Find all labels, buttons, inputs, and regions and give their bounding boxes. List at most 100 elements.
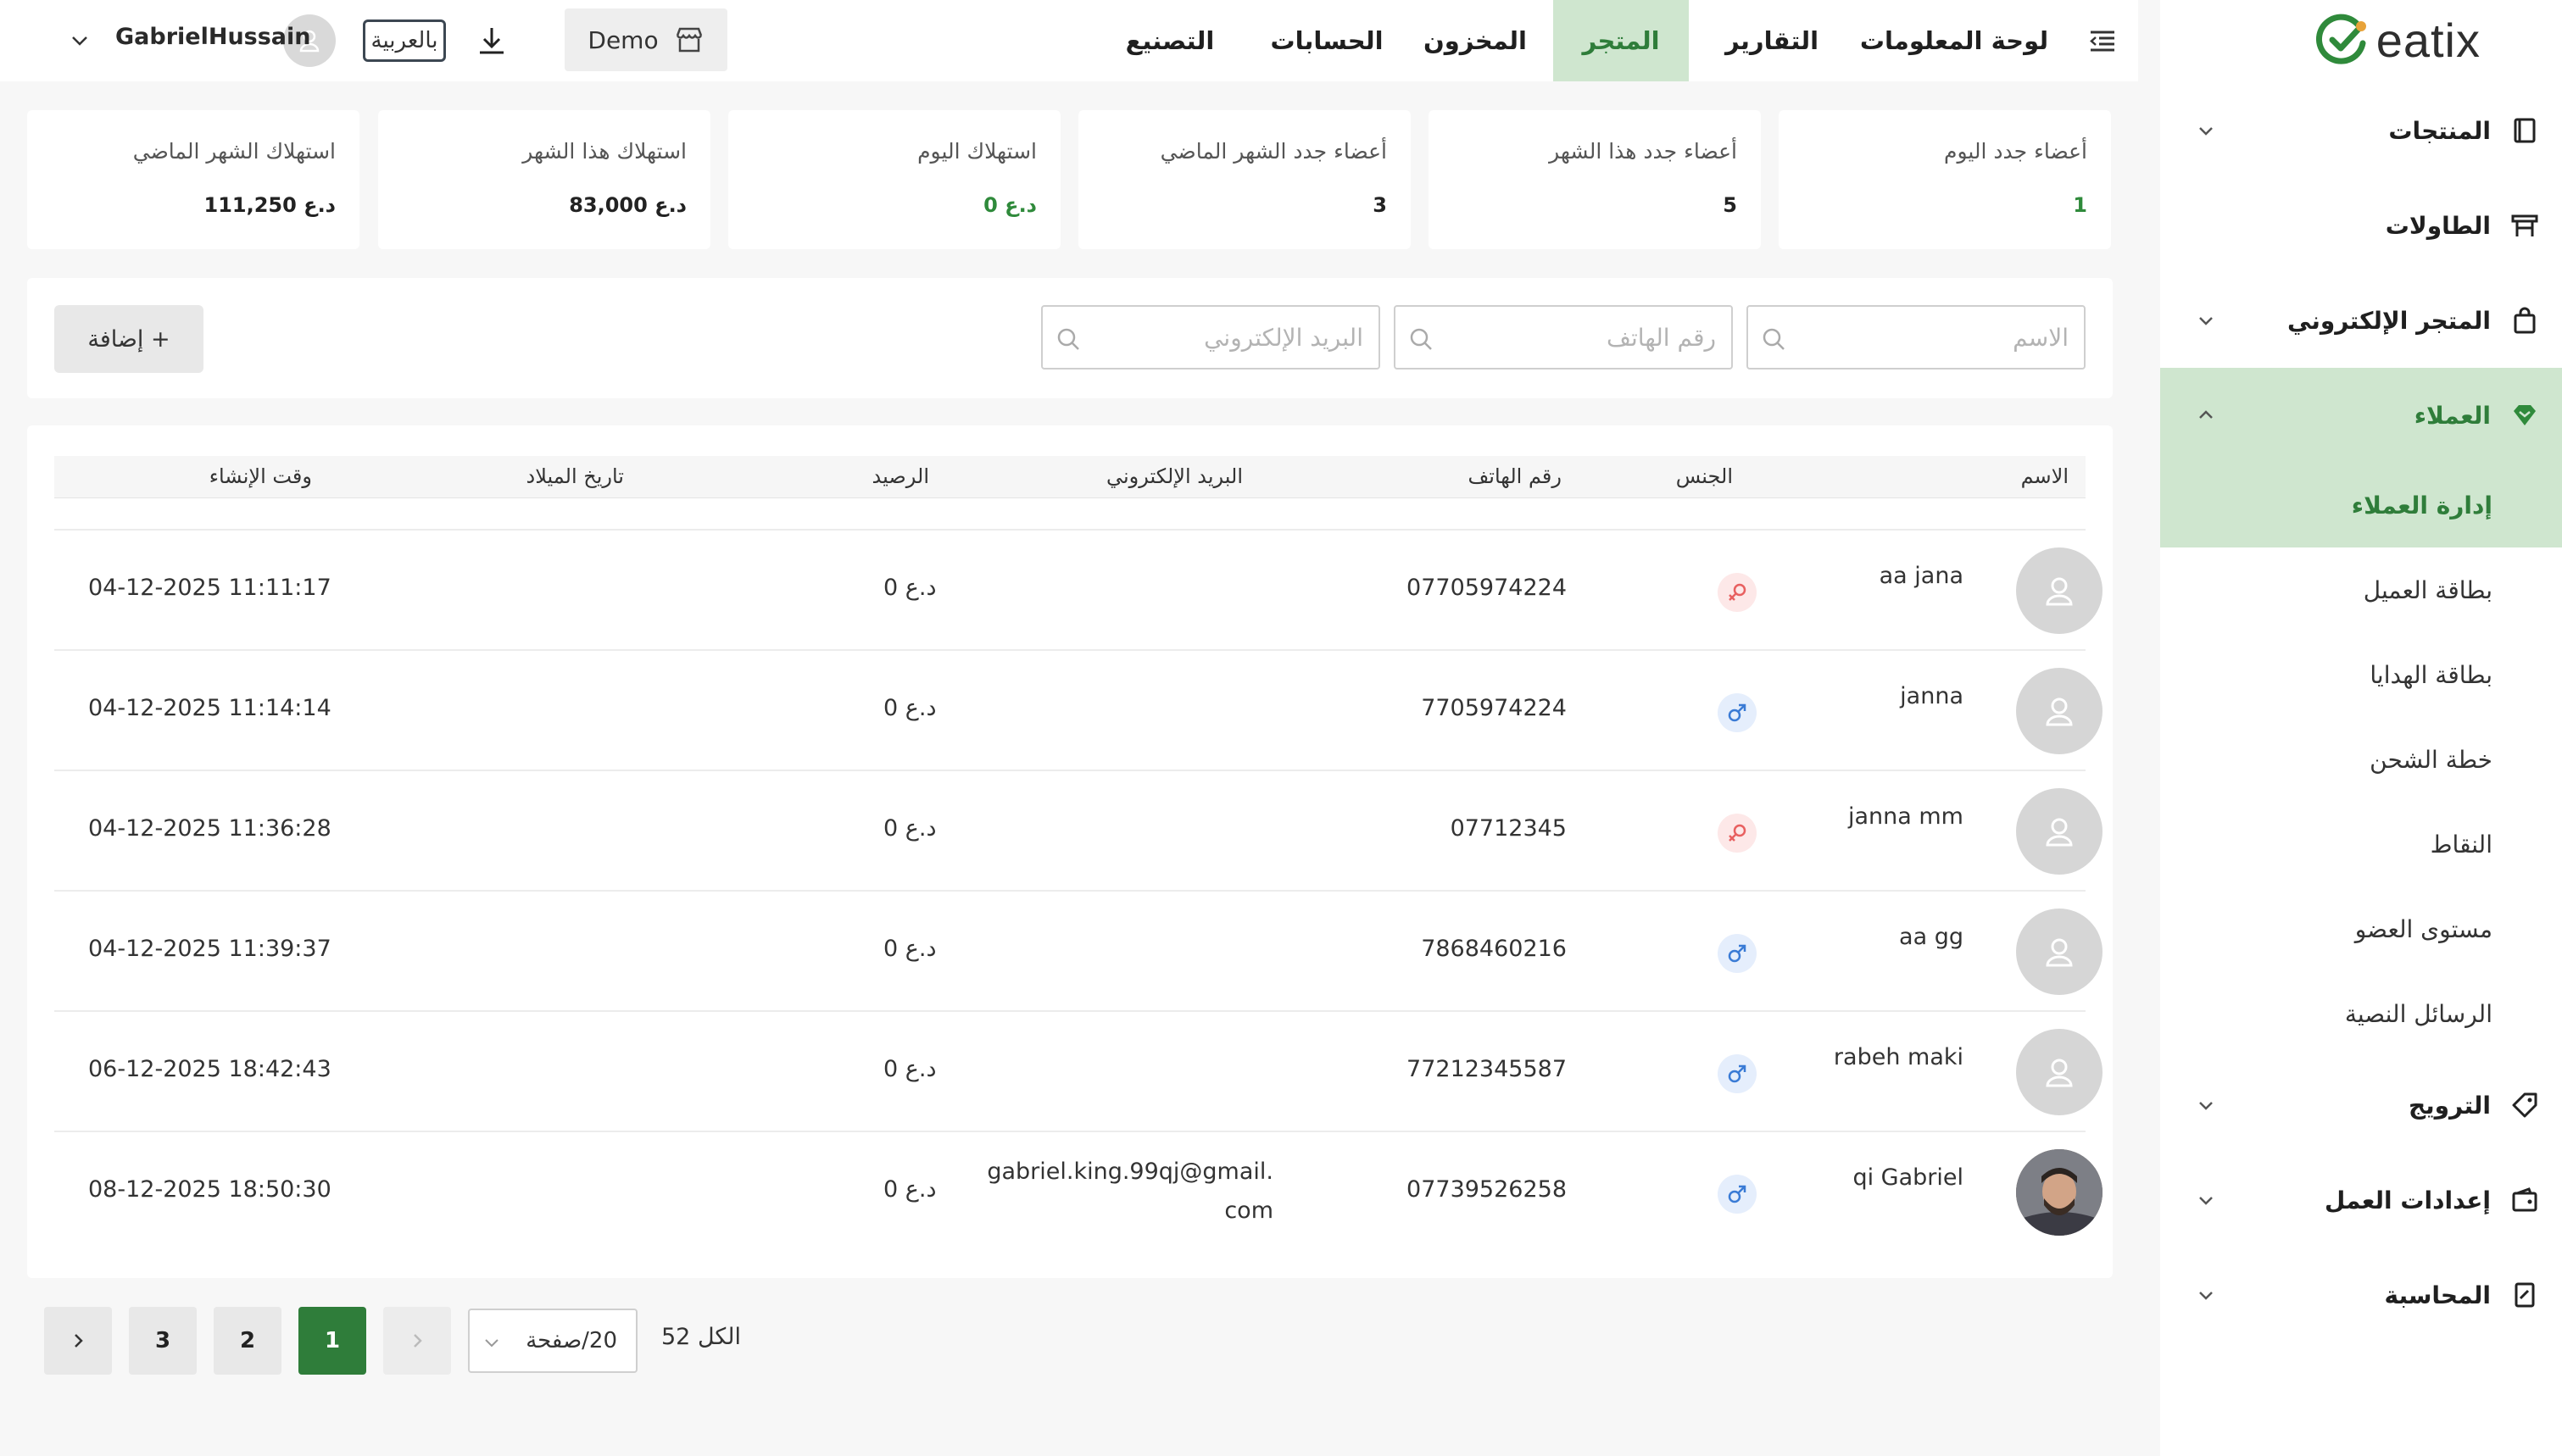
total-count: الكل 52 (661, 1324, 742, 1350)
column-header-balance[interactable]: الرصيد (872, 464, 929, 488)
sidebar-subitem-customer-card[interactable]: بطاقة العميل (2160, 547, 2562, 632)
sidebar-item-label: الطاولات (2385, 211, 2491, 240)
customer-name: rabeh maki (1833, 1044, 1963, 1070)
menu-collapse-icon[interactable] (2086, 24, 2119, 58)
sidebar-item-promotion[interactable]: الترويج (2160, 1058, 2562, 1153)
tab-accounts[interactable]: الحسابات (1255, 0, 1399, 81)
customer-balance: د.ع 0 (883, 575, 937, 601)
username[interactable]: GabrielHussain (115, 24, 311, 50)
stat-value: 1 (2073, 193, 2087, 217)
stat-card-new-members-today: أعضاء جدد اليوم 1 (1779, 110, 2111, 249)
male-icon (1718, 934, 1757, 973)
tab-inventory[interactable]: المخزون (1416, 0, 1534, 81)
tab-store[interactable]: المتجر (1553, 0, 1689, 81)
customer-phone: 07739526258 (1406, 1176, 1567, 1203)
table-row[interactable]: janna 7705974224 د.ع 0 04-12-2025 11:14:… (54, 649, 2103, 770)
sidebar-item-accounting[interactable]: المحاسبة (2160, 1248, 2562, 1342)
sidebar-item-label: الترويج (2408, 1091, 2491, 1120)
table-row[interactable]: qi Gabriel 07739526258 gabriel.king.99qj… (54, 1131, 2103, 1251)
sidebar-item-business-settings[interactable]: إعدادات العمل (2160, 1153, 2562, 1248)
language-switch[interactable]: بالعربية (363, 19, 446, 62)
sidebar-subitem-member-level[interactable]: مستوى العضو (2160, 886, 2562, 971)
sidebar-item-eshop[interactable]: المتجر الإلكتروني (2160, 273, 2562, 368)
sidebar-subitem-points[interactable]: النقاط (2160, 802, 2562, 886)
search-icon (1057, 328, 1079, 350)
column-header-created[interactable]: وقت الإنشاء (209, 464, 312, 488)
customer-phone: 07712345 (1450, 815, 1567, 842)
top-navigation: لوحة المعلومات التقارير المتجر المخزون ا… (0, 0, 2138, 81)
download-icon[interactable] (473, 22, 510, 59)
chevron-down-icon[interactable] (2189, 1183, 2223, 1217)
sidebar-item-tables[interactable]: الطاولات (2160, 178, 2562, 273)
sidebar-item-products[interactable]: المنتجات (2160, 83, 2562, 178)
male-icon (1718, 693, 1757, 732)
tab-dashboard[interactable]: لوحة المعلومات (1848, 0, 2060, 81)
female-icon (1718, 573, 1757, 612)
stat-value: 3 (1373, 193, 1387, 217)
customer-created-time: 08-12-2025 18:50:30 (88, 1176, 331, 1203)
column-header-gender[interactable]: الجنس (1676, 464, 1733, 488)
customer-created-time: 04-12-2025 11:11:17 (88, 575, 331, 601)
page-size-select[interactable]: 20/صفحة (468, 1309, 638, 1373)
page-2-button[interactable]: 2 (214, 1307, 281, 1375)
sidebar-subitem-gift-card[interactable]: بطاقة الهدايا (2160, 632, 2562, 717)
chevron-left-icon (414, 1334, 422, 1348)
column-header-birthday[interactable]: تاريخ الميلاد (526, 464, 625, 488)
chevron-down-icon (485, 1339, 498, 1348)
customer-created-time: 04-12-2025 11:36:28 (88, 815, 331, 842)
customer-phone: 77212345587 (1406, 1056, 1567, 1082)
table-row[interactable]: aa gg 7868460216 د.ع 0 04-12-2025 11:39:… (54, 890, 2103, 1010)
email-search-input[interactable] (1109, 317, 1363, 358)
column-header-name[interactable]: الاسم (2021, 464, 2069, 488)
stat-card-consumption-last-month: استهلاك الشهر الماضي د.ع 111,250 (27, 110, 359, 249)
chevron-down-icon[interactable] (2189, 1088, 2223, 1122)
tab-reports[interactable]: التقارير (1709, 0, 1835, 81)
chevron-right-icon (75, 1334, 83, 1348)
prev-page-button[interactable] (383, 1307, 451, 1375)
checkmark-logo-icon (2315, 14, 2366, 64)
sidebar-subitem-sms[interactable]: الرسائل النصية (2160, 971, 2562, 1056)
table-row[interactable]: janna mm 07712345 د.ع 0 04-12-2025 11:36… (54, 770, 2103, 890)
file-ledger-icon (2508, 1278, 2542, 1312)
column-header-phone[interactable]: رقم الهاتف (1468, 464, 1562, 488)
customers-table: الاسم الجنس رقم الهاتف البريد الإلكتروني… (27, 425, 2113, 1278)
chevron-down-icon[interactable] (2189, 1278, 2223, 1312)
customer-avatar (2016, 1029, 2103, 1115)
customer-name: janna mm (1847, 803, 1963, 830)
stat-card-new-members-this-month: أعضاء جدد هذا الشهر 5 (1429, 110, 1761, 249)
name-search-field[interactable] (1746, 305, 2086, 370)
store-name: Demo (588, 25, 659, 54)
phone-search-input[interactable] (1462, 317, 1716, 358)
store-switch-button[interactable]: Demo (565, 8, 727, 71)
customer-email: gabriel.king.99qj@gmail.com (987, 1159, 1273, 1224)
next-page-button[interactable] (44, 1307, 112, 1375)
page-1-button[interactable]: 1 (298, 1307, 366, 1375)
diamond-icon (2508, 398, 2542, 432)
stat-title: استهلاك هذا الشهر (522, 139, 687, 164)
male-icon (1718, 1054, 1757, 1093)
column-header-email[interactable]: البريد الإلكتروني (1106, 464, 1243, 488)
chevron-down-icon[interactable] (63, 24, 97, 58)
email-search-field[interactable] (1041, 305, 1380, 370)
brand-logo[interactable]: eatix (2315, 8, 2481, 71)
sidebar-item-label: العملاء (2414, 401, 2491, 430)
sidebar-item-label: المنتجات (2388, 116, 2491, 145)
tab-manufacturing[interactable]: التصنيع (1102, 0, 1238, 81)
chevron-down-icon[interactable] (2189, 303, 2223, 337)
stat-card-consumption-today: استهلاك اليوم د.ع 0 (728, 110, 1061, 249)
sidebar-subitem-shipping-plan[interactable]: خطة الشحن (2160, 717, 2562, 802)
add-customer-button[interactable]: + إضافة (54, 305, 203, 373)
chevron-down-icon[interactable] (2189, 114, 2223, 147)
customer-name: aa gg (1899, 924, 1963, 950)
stat-card-consumption-this-month: استهلاك هذا الشهر د.ع 83,000 (378, 110, 710, 249)
chevron-up-icon[interactable] (2189, 398, 2223, 432)
customer-created-time: 06-12-2025 18:42:43 (88, 1056, 331, 1082)
phone-search-field[interactable] (1394, 305, 1733, 370)
page-3-button[interactable]: 3 (129, 1307, 197, 1375)
table-row[interactable]: rabeh maki 77212345587 د.ع 0 06-12-2025 … (54, 1010, 2103, 1131)
table-row[interactable]: aa jana 07705974224 د.ع 0 04-12-2025 11:… (54, 529, 2103, 649)
filter-bar: + إضافة (27, 278, 2113, 398)
name-search-input[interactable] (1814, 317, 2069, 358)
sidebar-subitem-manage-customers[interactable]: إدارة العملاء (2160, 463, 2562, 547)
sidebar-item-customers[interactable]: العملاء (2160, 368, 2562, 463)
